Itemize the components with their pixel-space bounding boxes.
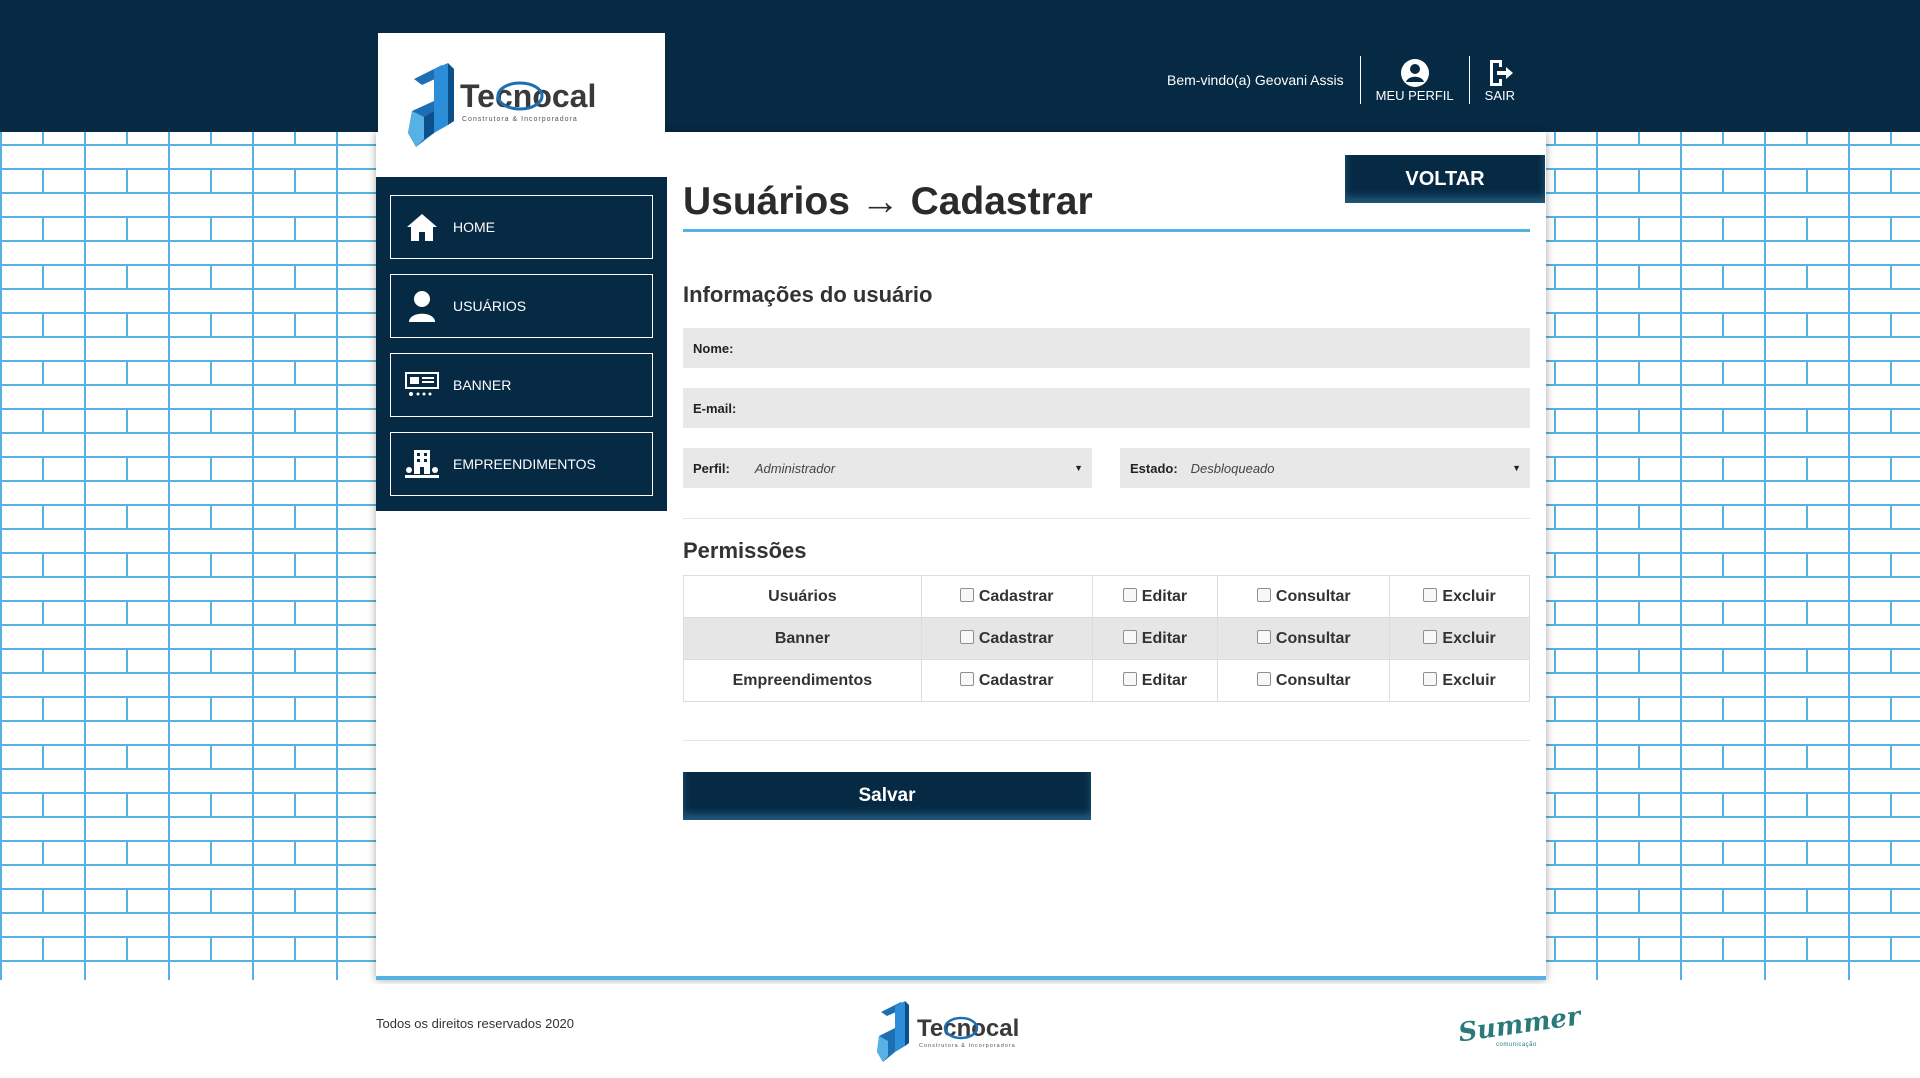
editar-checkbox[interactable] (1122, 629, 1137, 644)
permissions-title: Permissões (683, 538, 807, 563)
user-icon (405, 289, 439, 323)
permission-row-banner: Banner Cadastrar Editar Consultar Exclui… (683, 617, 1530, 660)
permission-label: Cadastrar (978, 671, 1054, 689)
sidebar-item-label: BANNER (453, 377, 512, 393)
tecnocal-logo-icon: Tecnocal Construtora & Incorporadora (877, 1001, 1019, 1062)
sidebar-item-empreendimentos[interactable]: EMPREENDIMENTOS (390, 432, 653, 496)
editar-checkbox[interactable] (1122, 671, 1137, 686)
permission-label: Cadastrar (978, 587, 1054, 605)
module-name: Banner (683, 617, 922, 660)
sidebar-item-home[interactable]: HOME (390, 195, 653, 259)
permission-label: Editar (1141, 629, 1188, 647)
profile-circle-icon (1400, 58, 1429, 87)
permission-label: Editar (1141, 671, 1188, 689)
copyright-text: Todos os direitos reservados 2020 (376, 1016, 575, 1031)
profile-select-label: Perfil: (693, 460, 730, 476)
cadastrar-checkbox[interactable] (959, 587, 974, 602)
welcome-text: Bem-vindo(a) Geovani Assis (1167, 72, 1344, 88)
permission-cell[interactable]: Excluir (1389, 659, 1530, 702)
permission-cell[interactable]: Excluir (1389, 617, 1530, 660)
permission-row-usuarios: Usuários Cadastrar Editar Consultar Excl… (683, 575, 1530, 618)
state-select-label: Estado: (1130, 460, 1178, 476)
user-nav: Bem-vindo(a) Geovani Assis MEU PERFIL SA… (1167, 54, 1530, 106)
name-field[interactable]: Nome: (683, 328, 1530, 368)
back-button[interactable]: VOLTAR (1345, 155, 1545, 203)
permission-label: Consultar (1275, 587, 1351, 605)
footer-brand-logo: Tecnocal Construtora & Incorporadora (873, 996, 1053, 1071)
logout-icon (1489, 59, 1513, 86)
module-name: Empreendimentos (683, 659, 922, 702)
permission-label: Excluir (1442, 629, 1496, 647)
email-field[interactable]: E-mail: (683, 388, 1530, 428)
permission-label: Consultar (1275, 671, 1351, 689)
my-profile-link[interactable]: MEU PERFIL (1361, 58, 1469, 103)
logo-tagline: Construtora & Incorporadora (462, 116, 578, 123)
top-bar (0, 0, 1920, 132)
cadastrar-checkbox[interactable] (959, 671, 974, 686)
permission-label: Excluir (1442, 587, 1496, 605)
footer: Todos os direitos reservados 2020 Tecnoc… (0, 984, 1920, 1078)
consultar-checkbox[interactable] (1256, 587, 1271, 602)
agency-logo-subtitle: comunicação (1496, 1042, 1537, 1048)
sidebar: HOME USUÁRIOS BANNER EMPREENDIMENTOS (376, 177, 667, 511)
footer-logo-tagline: Construtora & Incorporadora (919, 1043, 1016, 1049)
permission-cell[interactable]: Cadastrar (920, 617, 1093, 660)
excluir-checkbox[interactable] (1423, 671, 1438, 686)
permission-cell[interactable]: Editar (1091, 617, 1219, 660)
sidebar-item-usuarios[interactable]: USUÁRIOS (390, 274, 653, 338)
logout-label: SAIR (1484, 87, 1515, 103)
permission-label: Excluir (1442, 671, 1496, 689)
building-icon (405, 447, 439, 481)
page-title: Usuários → Cadastrar (683, 180, 1093, 223)
excluir-checkbox[interactable] (1423, 587, 1438, 602)
permission-cell[interactable]: Cadastrar (920, 659, 1093, 702)
permissions-table: Usuários Cadastrar Editar Consultar Excl… (683, 575, 1530, 702)
dropdown-caret-icon: ▼ (1512, 463, 1521, 473)
permission-cell[interactable]: Excluir (1389, 575, 1530, 618)
permission-row-empreendimentos: Empreendimentos Cadastrar Editar Consult… (683, 659, 1530, 702)
state-select[interactable]: Estado: Desbloqueado ▼ (1120, 448, 1530, 488)
profile-select[interactable]: Perfil: Administrador ▼ (683, 448, 1092, 488)
sidebar-item-banner[interactable]: BANNER (390, 353, 653, 417)
module-name: Usuários (683, 575, 922, 618)
permission-cell[interactable]: Editar (1091, 575, 1219, 618)
dropdown-caret-icon: ▼ (1074, 463, 1083, 473)
permission-cell[interactable]: Consultar (1217, 617, 1391, 660)
banner-icon (405, 368, 439, 402)
sidebar-item-label: USUÁRIOS (453, 298, 527, 314)
permission-label: Consultar (1275, 629, 1351, 647)
sidebar-item-label: HOME (453, 219, 495, 235)
editar-checkbox[interactable] (1122, 587, 1137, 602)
state-select-value: Desbloqueado (1190, 460, 1275, 476)
logout-link[interactable]: SAIR (1470, 58, 1530, 103)
home-icon (405, 210, 439, 244)
email-field-label: E-mail: (693, 400, 737, 416)
permission-cell[interactable]: Consultar (1217, 659, 1391, 702)
name-field-label: Nome: (693, 340, 734, 356)
consultar-checkbox[interactable] (1256, 629, 1271, 644)
sidebar-item-label: EMPREENDIMENTOS (453, 456, 596, 472)
excluir-checkbox[interactable] (1423, 629, 1438, 644)
permission-cell[interactable]: Editar (1091, 659, 1219, 702)
consultar-checkbox[interactable] (1256, 671, 1271, 686)
save-button[interactable]: Salvar (683, 772, 1091, 820)
brand-logo[interactable]: Tecnocal Construtora & Incorporadora (378, 33, 665, 177)
permission-cell[interactable]: Consultar (1217, 575, 1391, 618)
cadastrar-checkbox[interactable] (959, 629, 974, 644)
user-info-title: Informações do usuário (683, 282, 933, 307)
tecnocal-logo-icon: Tecnocal Construtora & Incorporadora (407, 63, 596, 147)
section-divider (683, 740, 1530, 741)
section-divider (683, 518, 1530, 519)
my-profile-label: MEU PERFIL (1375, 87, 1454, 103)
permission-cell[interactable]: Cadastrar (920, 575, 1093, 618)
profile-select-value: Administrador (754, 460, 836, 476)
permission-label: Editar (1141, 587, 1188, 605)
permission-label: Cadastrar (978, 629, 1054, 647)
